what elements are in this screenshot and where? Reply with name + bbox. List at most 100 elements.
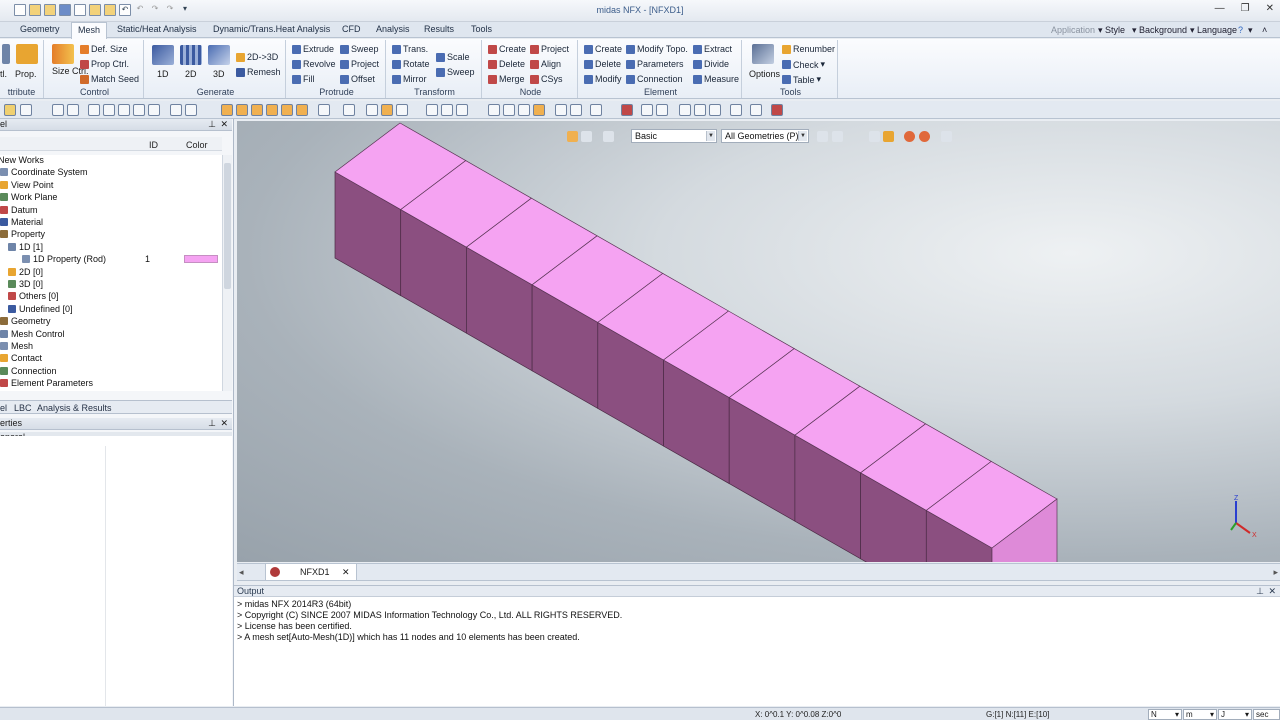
minimize-icon[interactable]: — (1215, 3, 1225, 14)
zoom-icon[interactable] (52, 104, 64, 116)
element-create-button[interactable]: Create (584, 44, 622, 54)
view-right-icon[interactable] (266, 104, 278, 116)
tree-node[interactable]: 1D Property (Rod) (22, 254, 106, 264)
extrude-button[interactable]: Extrude (292, 44, 334, 54)
measure-button[interactable]: Measure (693, 74, 739, 84)
modify-topology-button[interactable]: Modify Topo. (626, 44, 688, 54)
label-icon[interactable] (656, 104, 668, 116)
language-menu-arrow[interactable]: ▾ (1190, 25, 1195, 36)
tree-node[interactable]: New Works (0, 155, 44, 165)
tree-node[interactable]: View Point (0, 180, 53, 190)
tab-mesh[interactable]: Mesh (71, 22, 108, 39)
pan-icon[interactable] (148, 104, 160, 116)
background-menu-arrow[interactable]: ▾ (1132, 25, 1137, 36)
hide-icon[interactable] (441, 104, 453, 116)
column-color[interactable]: Color (186, 140, 208, 150)
tree-node[interactable]: Mesh Control (0, 329, 65, 339)
revolve-button[interactable]: Revolve (292, 59, 336, 69)
output-close-icon[interactable]: ✕ (1268, 586, 1276, 596)
rotate-button[interactable]: Rotate (392, 59, 430, 69)
display-icon[interactable] (426, 104, 438, 116)
properties-pin-icon[interactable]: ⊥ (208, 418, 216, 429)
material-button-label[interactable]: tl. (0, 69, 7, 79)
element-number-icon[interactable] (694, 104, 706, 116)
zoom-in-icon[interactable] (103, 104, 115, 116)
tree-node[interactable]: Undefined [0] (8, 304, 73, 314)
mesh-1d-label[interactable]: 1D (157, 69, 169, 79)
table-button[interactable]: Table ▾ (782, 74, 821, 85)
tree-node[interactable]: 1D [1] (8, 242, 43, 252)
mesh-3d-icon[interactable] (208, 45, 230, 65)
fit-icon[interactable] (185, 104, 197, 116)
local-axis-icon[interactable] (750, 104, 762, 116)
mesh-display-icon[interactable] (488, 104, 500, 116)
zoom-fit-icon[interactable] (88, 104, 100, 116)
tab-analysis-results[interactable]: Analysis & Results (37, 403, 112, 413)
properties-close-icon[interactable]: ✕ (220, 418, 228, 429)
tree-node[interactable]: Property (0, 229, 45, 239)
tab-cfd[interactable]: CFD (342, 24, 361, 34)
fill-button[interactable]: Fill (292, 74, 315, 84)
offset-button[interactable]: Offset (340, 74, 375, 84)
project-button[interactable]: Project (340, 59, 379, 69)
panel-close-icon[interactable]: ✕ (220, 119, 228, 130)
view-bottom-icon[interactable] (296, 104, 308, 116)
document-close-icon[interactable]: ✕ (342, 567, 350, 577)
tree-node[interactable]: Datum (0, 205, 38, 215)
mark-icon[interactable] (641, 104, 653, 116)
normal-icon[interactable] (730, 104, 742, 116)
tab-scroll-left-icon[interactable]: ◂ (239, 567, 244, 578)
scale-button[interactable]: Scale (436, 52, 470, 62)
property-control-button[interactable]: Prop Ctrl. (80, 59, 129, 69)
application-menu[interactable]: Application (1051, 25, 1095, 35)
property-button-label[interactable]: Prop. (15, 69, 37, 79)
mesh-1d-icon[interactable] (152, 45, 174, 65)
filter-mode-select[interactable]: Basic ▼ (631, 129, 717, 143)
tab-geometry[interactable]: Geometry (20, 24, 60, 34)
wireframe-icon[interactable] (396, 104, 408, 116)
view-top-icon[interactable] (281, 104, 293, 116)
size-control-label[interactable]: Size Ctrl. (52, 67, 89, 76)
mirror-button[interactable]: Mirror (392, 74, 427, 84)
beam-model[interactable] (237, 121, 1280, 562)
zoom-window-icon[interactable] (67, 104, 79, 116)
tree-node[interactable]: 3D [0] (8, 279, 43, 289)
tree-node[interactable]: Element Parameters (0, 378, 93, 388)
tree-vertical-scrollbar[interactable] (222, 155, 232, 391)
transform-sweep-button[interactable]: Sweep (436, 67, 475, 77)
mesh-3d-label[interactable]: 3D (213, 69, 225, 79)
tree-node[interactable]: Mesh (0, 341, 33, 351)
maximize-icon[interactable]: ❐ (1241, 3, 1250, 14)
pick-point-icon[interactable] (941, 131, 952, 142)
free-edge-icon[interactable] (709, 104, 721, 116)
background-menu[interactable]: Background (1139, 25, 1187, 35)
tab-model[interactable]: el (0, 403, 7, 413)
divide-button[interactable]: Divide (693, 59, 729, 69)
pick-element-icon[interactable] (832, 131, 843, 142)
view-left-icon[interactable] (251, 104, 263, 116)
shaded-edges-icon[interactable] (381, 104, 393, 116)
tree-node[interactable]: Material (0, 217, 43, 227)
check-button[interactable]: Check ▾ (782, 59, 825, 70)
view-front-icon[interactable] (221, 104, 233, 116)
measure-tool-icon[interactable] (771, 104, 783, 116)
redo-select-icon[interactable] (919, 131, 930, 142)
node-csys-button[interactable]: CSys (530, 74, 563, 84)
renumber-button[interactable]: Renumber (782, 44, 835, 54)
node-delete-button[interactable]: Delete (488, 59, 525, 69)
select-filter-icon[interactable] (567, 131, 578, 142)
tree-node[interactable]: 2D [0] (8, 267, 43, 277)
column-id[interactable]: ID (149, 140, 158, 150)
tab-static-heat-analysis[interactable]: Static/Heat Analysis (117, 24, 197, 34)
rotate-view-icon[interactable] (118, 104, 130, 116)
force-unit-select[interactable]: N ▾ (1148, 709, 1182, 720)
match-seed-button[interactable]: Match Seed (80, 74, 139, 84)
tree-node-color-swatch[interactable] (184, 255, 218, 264)
tree-node[interactable]: Contact (0, 353, 42, 363)
document-tab[interactable]: NFXD1 ✕ (265, 564, 357, 581)
select-all-icon[interactable] (883, 131, 894, 142)
shading-icon[interactable] (366, 104, 378, 116)
pin-icon[interactable]: ⊥ (208, 119, 216, 130)
options-icon[interactable] (752, 44, 774, 64)
tree-node[interactable]: Connection (0, 366, 57, 376)
